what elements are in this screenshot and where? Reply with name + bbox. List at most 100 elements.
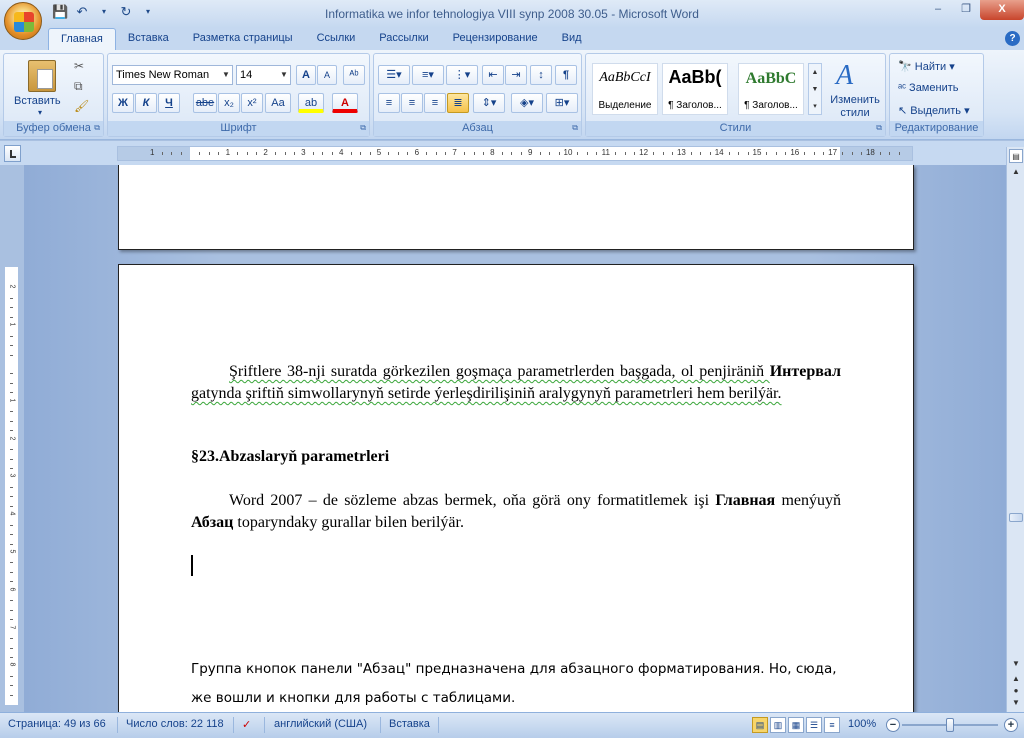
tab-view[interactable]: Вид [550,28,594,50]
paragraph-launcher-icon[interactable]: ⧉ [572,123,578,133]
ruler-tick [860,152,862,155]
styles-scroll[interactable]: ▲ ▼ ▾ [808,63,822,115]
insert-mode[interactable]: Вставка [389,718,430,730]
word-count[interactable]: Число слов: 22 118 [126,718,224,730]
tab-references[interactable]: Ссылки [305,28,368,50]
full-screen-reading-icon[interactable]: ▥ [770,717,786,733]
ruler-toggle-icon[interactable]: ▤ [1009,149,1023,163]
numbering-button[interactable]: ≡▾ [412,65,444,85]
ruler-tick [10,562,13,564]
subscript-button[interactable]: x₂ [218,93,240,113]
help-icon[interactable]: ? [1005,31,1020,46]
find-button[interactable]: 🔭 Найти ▾ [898,60,955,73]
tab-home[interactable]: Главная [48,28,116,50]
borders-button[interactable]: ⊞▾ [546,93,578,113]
decrease-indent-button[interactable]: ⇤ [482,65,504,85]
web-layout-icon[interactable]: ▦ [788,717,804,733]
multilevel-list-button[interactable]: ⋮▾ [446,65,478,85]
next-page-icon[interactable]: ▼ [1009,696,1023,710]
ruler-tick [785,152,787,155]
copy-icon[interactable]: ⧉ [74,79,83,94]
close-button[interactable]: X [980,0,1024,20]
align-center-button[interactable]: ≡ [401,93,423,113]
office-button[interactable] [4,2,42,40]
align-left-button[interactable]: ≡ [378,93,400,113]
font-size-combo[interactable]: 14 ▼ [236,65,291,85]
vertical-ruler[interactable]: 2 1 1 2 3 4 5 6 7 8 [4,266,19,706]
tab-insert[interactable]: Вставка [116,28,181,50]
chevron-down-icon[interactable]: ▼ [220,66,232,84]
font-launcher-icon[interactable]: ⧉ [360,123,366,133]
print-layout-icon[interactable]: ▤ [752,717,768,733]
outline-view-icon[interactable]: ☰ [806,717,822,733]
draft-view-icon[interactable]: ≡ [824,717,840,733]
clear-format-button[interactable]: ᴬᵇ [343,65,365,85]
replace-button[interactable]: ᵃᶜ Заменить [898,82,958,94]
highlight-button[interactable]: ab [298,93,324,113]
underline-button[interactable]: Ч [158,93,180,113]
ruler-tick [842,152,844,155]
increase-indent-button[interactable]: ⇥ [505,65,527,85]
ruler-number: 3 [301,148,306,157]
scroll-thumb[interactable] [1009,513,1023,522]
vertical-scrollbar[interactable]: ▤ ▲ ▼ ▲ ● ▼ [1006,147,1024,712]
change-styles-button[interactable]: Изменить стили [826,94,884,120]
chevron-down-icon[interactable]: ▼ [278,66,290,84]
page-indicator[interactable]: Страница: 49 из 66 [8,718,106,730]
zoom-in-icon[interactable]: + [1004,718,1018,732]
window-controls: – ❐ X [924,0,1024,20]
grow-font-button[interactable]: A [296,65,316,85]
styles-launcher-icon[interactable]: ⧉ [876,123,882,133]
horizontal-ruler[interactable]: 1 1 2 3 4 5 6 7 8 9 10 11 12 13 14 15 16 17 18 [117,146,913,161]
tab-selector-button[interactable] [4,145,21,162]
ruler-tick [690,152,692,155]
zoom-level[interactable]: 100% [848,718,876,730]
language-indicator[interactable]: английский (США) [274,718,367,730]
strikethrough-button[interactable]: abe [193,93,217,113]
tab-review[interactable]: Рецензирование [441,28,550,50]
ruler-tick [10,638,13,640]
format-painter-icon[interactable]: 🖌 [74,99,89,113]
shrink-font-button[interactable]: A [317,65,337,85]
select-button[interactable]: ↖ Выделить ▾ [898,104,970,117]
style-heading-2[interactable]: AaBbC ¶ Заголов... [738,63,804,115]
ruler-tick [851,152,853,155]
ruler-number: 9 [527,148,533,157]
scroll-down-icon[interactable]: ▼ [1009,657,1023,671]
paste-icon[interactable] [28,60,56,92]
cut-icon[interactable]: ✂ [74,59,84,73]
restore-button[interactable]: ❐ [952,0,980,20]
status-separator [264,717,265,733]
align-right-button[interactable]: ≡ [424,93,446,113]
show-marks-button[interactable]: ¶ [555,65,577,85]
bold-button[interactable]: Ж [112,93,134,113]
font-name-combo[interactable]: Times New Roman ▼ [112,65,233,85]
bullets-button[interactable]: ☰▾ [378,65,410,85]
document-page[interactable]: Şriftlere 38-nji suratda görkezilen goşm… [118,264,914,712]
ruler-tick [700,152,702,155]
style-heading-1[interactable]: AaBb( ¶ Заголов... [662,63,728,115]
paste-dropdown-icon[interactable]: ▾ [38,108,42,117]
italic-button[interactable]: К [135,93,157,113]
sort-button[interactable]: ↕ [530,65,552,85]
tab-page-layout[interactable]: Разметка страницы [181,28,305,50]
increase-indent-icon: ⇥ [511,69,521,81]
font-color-button[interactable]: A [332,93,358,113]
ruler-tick [426,152,428,155]
change-case-button[interactable]: Aa [265,93,291,113]
change-styles-icon[interactable]: A [836,60,853,92]
shading-button[interactable]: ◈▾ [511,93,543,113]
ruler-number: 11 [601,148,610,157]
minimize-button[interactable]: – [924,0,952,20]
zoom-slider-thumb[interactable] [946,718,954,732]
style-emphasis[interactable]: AaBbCcI Выделение [592,63,658,115]
zoom-out-icon[interactable]: − [886,718,900,732]
tab-mailings[interactable]: Рассылки [367,28,440,50]
clipboard-launcher-icon[interactable]: ⧉ [94,123,100,133]
scroll-up-icon[interactable]: ▲ [1009,165,1023,179]
justify-button[interactable]: ≣ [447,93,469,113]
line-spacing-button[interactable]: ⇕▾ [473,93,505,113]
proofing-icon[interactable]: ✓ [242,718,251,731]
superscript-button[interactable]: x² [241,93,263,113]
paste-button[interactable]: Вставить [14,95,61,107]
